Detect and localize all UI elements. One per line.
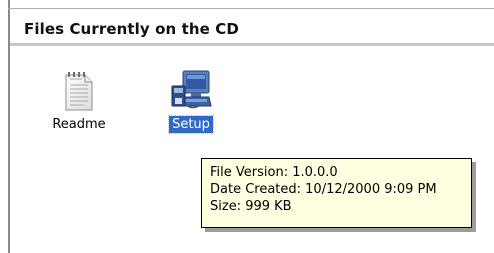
file-item-readme[interactable]: Readme bbox=[44, 70, 114, 133]
file-item-setup[interactable]: Setup bbox=[158, 68, 224, 134]
file-label-readme: Readme bbox=[52, 117, 106, 132]
text-document-icon bbox=[65, 72, 93, 111]
cd-files-pane: Files Currently on the CD Readme Setup F… bbox=[0, 0, 494, 253]
tooltip-size: Size: 999 KB bbox=[210, 199, 292, 214]
pane-left-border bbox=[8, 0, 10, 253]
tooltip-date-created: Date Created: 10/12/2000 9:09 PM bbox=[210, 182, 437, 197]
section-divider bbox=[10, 43, 494, 46]
file-info-tooltip: File Version: 1.0.0.0 Date Created: 10/1… bbox=[201, 158, 472, 228]
file-label-setup: Setup bbox=[168, 115, 214, 134]
section-title: Files Currently on the CD bbox=[24, 20, 239, 38]
setup-installer-icon bbox=[171, 70, 212, 109]
pane-top-border bbox=[8, 8, 494, 9]
tooltip-file-version: File Version: 1.0.0.0 bbox=[210, 165, 338, 180]
